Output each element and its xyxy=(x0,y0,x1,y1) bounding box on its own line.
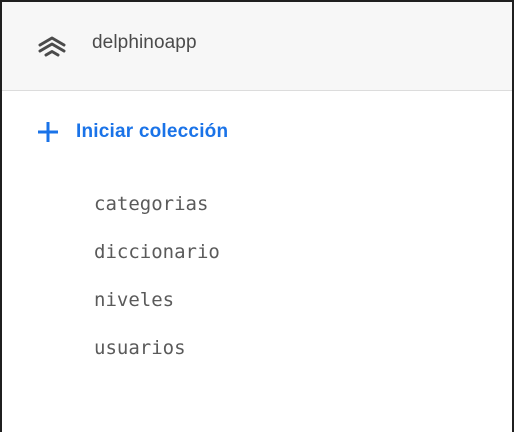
collection-item-usuarios[interactable]: usuarios xyxy=(2,318,512,378)
start-collection-label: Iniciar colección xyxy=(76,121,229,142)
panel-header: delphinoapp xyxy=(2,2,512,91)
start-collection-button[interactable]: Iniciar colección xyxy=(36,114,228,150)
firestore-data-panel: delphinoapp Iniciar colección categorias… xyxy=(0,0,514,432)
project-name[interactable]: delphinoapp xyxy=(92,32,197,54)
plus-icon xyxy=(36,120,60,144)
collection-list: categorias diccionario niveles usuarios xyxy=(2,174,512,378)
database-stack-icon xyxy=(38,36,66,58)
